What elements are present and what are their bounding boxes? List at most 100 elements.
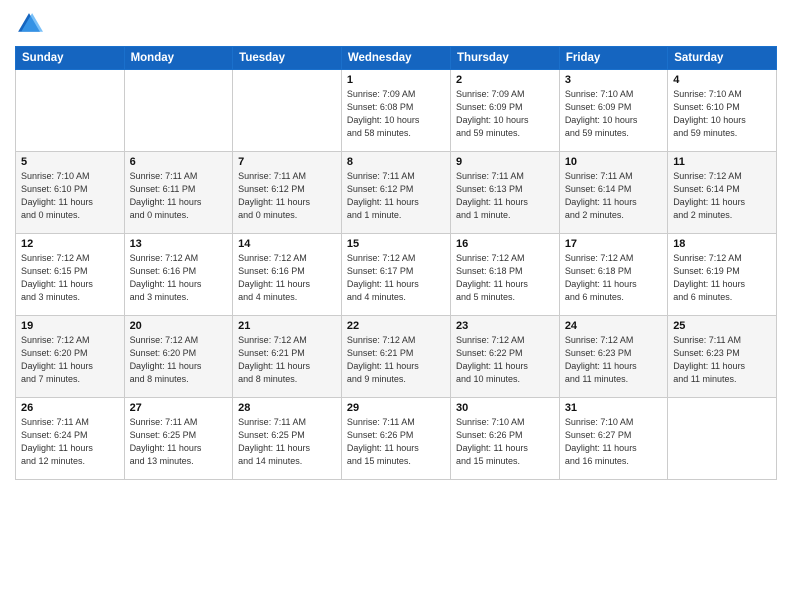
day-info: Sunrise: 7:11 AM Sunset: 6:12 PM Dayligh… <box>347 170 445 222</box>
calendar-cell: 21Sunrise: 7:12 AM Sunset: 6:21 PM Dayli… <box>233 316 342 398</box>
calendar-cell: 23 Sunrise: 7:12 AM Sunset: 6:22 PM Dayli… <box>450 316 559 398</box>
day-info: Sunrise: 7:11 AM Sunset: 6:25 PM Dayligh… <box>130 416 228 468</box>
day-number: 16 <box>456 238 554 250</box>
day-number: 1 <box>347 74 445 86</box>
day-number: 22 <box>347 320 445 332</box>
calendar-cell: 22 Sunrise: 7:12 AM Sunset: 6:21 PM Dayli… <box>341 316 450 398</box>
calendar-cell: 13 Sunrise: 7:12 AM Sunset: 6:16 PM Dayli… <box>124 234 233 316</box>
day-info: Sunrise: 7:12 AM Sunset: 6:21 PM Dayligh… <box>347 334 445 386</box>
day-info: Sunrise: 7:10 AM Sunset: 6:10 PM Dayligh… <box>21 170 119 222</box>
calendar-header-row: SundayMondayTuesdayWednesdayThursdayFrid… <box>16 47 777 70</box>
day-number: 23 <box>456 320 554 332</box>
day-number: 30 <box>456 402 554 414</box>
day-number: 18 <box>673 238 771 250</box>
logo <box>15 10 47 38</box>
day-number: 13 <box>130 238 228 250</box>
calendar-cell: 30 Sunrise: 7:10 AM Sunset: 6:26 PM Dayli… <box>450 398 559 480</box>
day-info: Sunrise: 7:11 AM Sunset: 6:13 PM Dayligh… <box>456 170 554 222</box>
calendar-cell: 2Sunrise: 7:09 AM Sunset: 6:09 PM Daylig… <box>450 70 559 152</box>
day-info: Sunrise: 7:12 AM Sunset: 6:23 PM Dayligh… <box>565 334 662 386</box>
calendar-cell <box>668 398 777 480</box>
day-number: 8 <box>347 156 445 168</box>
calendar-cell: 12 Sunrise: 7:12 AM Sunset: 6:15 PM Dayli… <box>16 234 125 316</box>
calendar-cell <box>16 70 125 152</box>
calendar-cell: 26 Sunrise: 7:11 AM Sunset: 6:24 PM Dayli… <box>16 398 125 480</box>
column-header-saturday: Saturday <box>668 47 777 70</box>
day-number: 27 <box>130 402 228 414</box>
day-info: Sunrise: 7:11 AM Sunset: 6:24 PM Dayligh… <box>21 416 119 468</box>
calendar-cell: 14Sunrise: 7:12 AM Sunset: 6:16 PM Dayli… <box>233 234 342 316</box>
day-info: Sunrise: 7:12 AM Sunset: 6:22 PM Dayligh… <box>456 334 554 386</box>
header <box>15 10 777 38</box>
day-info: Sunrise: 7:12 AM Sunset: 6:17 PM Dayligh… <box>347 252 445 304</box>
day-info: Sunrise: 7:12 AM Sunset: 6:19 PM Dayligh… <box>673 252 771 304</box>
column-header-friday: Friday <box>559 47 667 70</box>
calendar-cell: 1 Sunrise: 7:09 AM Sunset: 6:08 PM Daylig… <box>341 70 450 152</box>
day-info: Sunrise: 7:11 AM Sunset: 6:14 PM Dayligh… <box>565 170 662 222</box>
day-info: Sunrise: 7:10 AM Sunset: 6:09 PM Dayligh… <box>565 88 662 140</box>
calendar-cell: 19 Sunrise: 7:12 AM Sunset: 6:20 PM Dayli… <box>16 316 125 398</box>
calendar-cell: 31 Sunrise: 7:10 AM Sunset: 6:27 PM Dayli… <box>559 398 667 480</box>
day-number: 5 <box>21 156 119 168</box>
day-number: 9 <box>456 156 554 168</box>
calendar-cell: 28 Sunrise: 7:11 AM Sunset: 6:25 PM Dayli… <box>233 398 342 480</box>
day-number: 28 <box>238 402 336 414</box>
day-number: 15 <box>347 238 445 250</box>
calendar-cell: 18 Sunrise: 7:12 AM Sunset: 6:19 PM Dayli… <box>668 234 777 316</box>
calendar-cell: 4 Sunrise: 7:10 AM Sunset: 6:10 PM Daylig… <box>668 70 777 152</box>
column-header-thursday: Thursday <box>450 47 559 70</box>
calendar-cell <box>233 70 342 152</box>
calendar-week-5: 26 Sunrise: 7:11 AM Sunset: 6:24 PM Dayli… <box>16 398 777 480</box>
calendar-cell: 24 Sunrise: 7:12 AM Sunset: 6:23 PM Dayli… <box>559 316 667 398</box>
day-info: Sunrise: 7:12 AM Sunset: 6:16 PM Dayligh… <box>130 252 228 304</box>
day-number: 12 <box>21 238 119 250</box>
calendar-week-1: 1 Sunrise: 7:09 AM Sunset: 6:08 PM Daylig… <box>16 70 777 152</box>
page: SundayMondayTuesdayWednesdayThursdayFrid… <box>0 0 792 612</box>
calendar-week-3: 12 Sunrise: 7:12 AM Sunset: 6:15 PM Dayli… <box>16 234 777 316</box>
calendar-cell: 11 Sunrise: 7:12 AM Sunset: 6:14 PM Dayli… <box>668 152 777 234</box>
calendar-cell: 20 Sunrise: 7:12 AM Sunset: 6:20 PM Dayli… <box>124 316 233 398</box>
calendar-cell: 29Sunrise: 7:11 AM Sunset: 6:26 PM Dayli… <box>341 398 450 480</box>
day-info: Sunrise: 7:11 AM Sunset: 6:25 PM Dayligh… <box>238 416 336 468</box>
day-info: Sunrise: 7:11 AM Sunset: 6:23 PM Dayligh… <box>673 334 771 386</box>
day-info: Sunrise: 7:10 AM Sunset: 6:26 PM Dayligh… <box>456 416 554 468</box>
day-number: 20 <box>130 320 228 332</box>
day-number: 10 <box>565 156 662 168</box>
day-info: Sunrise: 7:12 AM Sunset: 6:20 PM Dayligh… <box>130 334 228 386</box>
day-number: 11 <box>673 156 771 168</box>
day-number: 19 <box>21 320 119 332</box>
day-number: 31 <box>565 402 662 414</box>
calendar: SundayMondayTuesdayWednesdayThursdayFrid… <box>15 46 777 480</box>
calendar-cell: 5 Sunrise: 7:10 AM Sunset: 6:10 PM Daylig… <box>16 152 125 234</box>
day-number: 17 <box>565 238 662 250</box>
calendar-cell: 7Sunrise: 7:11 AM Sunset: 6:12 PM Daylig… <box>233 152 342 234</box>
calendar-cell: 17Sunrise: 7:12 AM Sunset: 6:18 PM Dayli… <box>559 234 667 316</box>
day-info: Sunrise: 7:12 AM Sunset: 6:14 PM Dayligh… <box>673 170 771 222</box>
day-number: 26 <box>21 402 119 414</box>
calendar-cell: 10 Sunrise: 7:11 AM Sunset: 6:14 PM Dayli… <box>559 152 667 234</box>
day-info: Sunrise: 7:12 AM Sunset: 6:20 PM Dayligh… <box>21 334 119 386</box>
day-number: 4 <box>673 74 771 86</box>
calendar-cell: 16Sunrise: 7:12 AM Sunset: 6:18 PM Dayli… <box>450 234 559 316</box>
day-info: Sunrise: 7:09 AM Sunset: 6:08 PM Dayligh… <box>347 88 445 140</box>
calendar-week-2: 5 Sunrise: 7:10 AM Sunset: 6:10 PM Daylig… <box>16 152 777 234</box>
column-header-sunday: Sunday <box>16 47 125 70</box>
day-info: Sunrise: 7:12 AM Sunset: 6:15 PM Dayligh… <box>21 252 119 304</box>
day-info: Sunrise: 7:12 AM Sunset: 6:16 PM Dayligh… <box>238 252 336 304</box>
day-number: 3 <box>565 74 662 86</box>
calendar-cell: 25 Sunrise: 7:11 AM Sunset: 6:23 PM Dayli… <box>668 316 777 398</box>
day-number: 2 <box>456 74 554 86</box>
day-number: 24 <box>565 320 662 332</box>
calendar-cell: 27 Sunrise: 7:11 AM Sunset: 6:25 PM Dayli… <box>124 398 233 480</box>
day-info: Sunrise: 7:10 AM Sunset: 6:27 PM Dayligh… <box>565 416 662 468</box>
day-info: Sunrise: 7:12 AM Sunset: 6:21 PM Dayligh… <box>238 334 336 386</box>
day-info: Sunrise: 7:11 AM Sunset: 6:11 PM Dayligh… <box>130 170 228 222</box>
day-number: 29 <box>347 402 445 414</box>
column-header-wednesday: Wednesday <box>341 47 450 70</box>
day-number: 25 <box>673 320 771 332</box>
calendar-cell: 15 Sunrise: 7:12 AM Sunset: 6:17 PM Dayli… <box>341 234 450 316</box>
day-info: Sunrise: 7:11 AM Sunset: 6:12 PM Dayligh… <box>238 170 336 222</box>
day-number: 6 <box>130 156 228 168</box>
column-header-tuesday: Tuesday <box>233 47 342 70</box>
day-info: Sunrise: 7:10 AM Sunset: 6:10 PM Dayligh… <box>673 88 771 140</box>
